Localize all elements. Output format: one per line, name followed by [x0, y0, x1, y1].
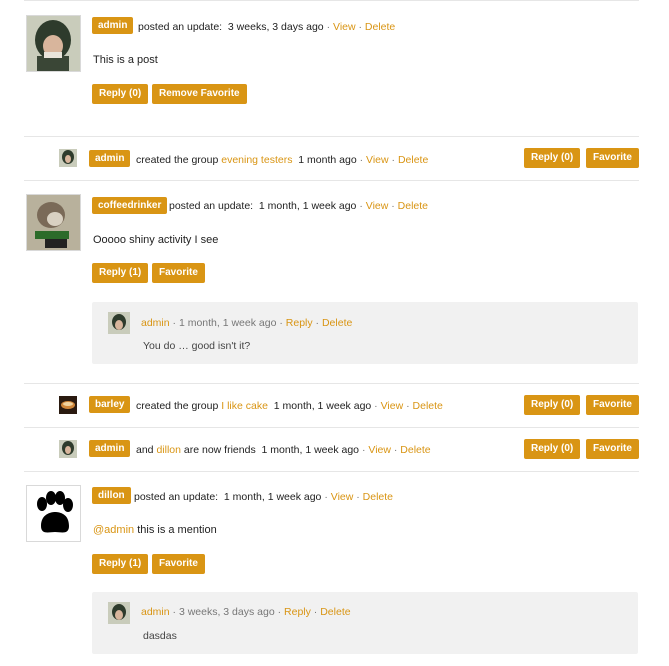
- delete-link[interactable]: Delete: [363, 491, 393, 503]
- reply-link[interactable]: Reply: [284, 606, 311, 618]
- activity-content: This is a post: [93, 54, 158, 66]
- user-link[interactable]: admin: [141, 606, 170, 618]
- comment: admin · 3 weeks, 3 days ago · Reply · De…: [92, 592, 638, 654]
- avatar[interactable]: [108, 602, 130, 624]
- comment-text: You do … good isn't it?: [143, 340, 251, 352]
- view-link[interactable]: View: [331, 491, 354, 503]
- activity-content: @admin this is a mention: [93, 524, 217, 536]
- favorite-button[interactable]: Favorite: [586, 148, 639, 168]
- reply-button[interactable]: Reply (1): [92, 263, 149, 283]
- activity-content: Ooooo shiny activity I see: [93, 234, 219, 246]
- delete-link[interactable]: Delete: [365, 21, 395, 33]
- remove-favorite-button[interactable]: Remove Favorite: [152, 84, 247, 104]
- reply-link[interactable]: Reply: [286, 317, 313, 329]
- user-link[interactable]: admin: [89, 440, 131, 457]
- activity-meta: and dillon are now friends 1 month, 1 we…: [136, 444, 431, 456]
- activity-meta: posted an update: 1 month, 1 week ago · …: [134, 491, 394, 503]
- comment-meta: admin · 3 weeks, 3 days ago · Reply · De…: [141, 606, 351, 618]
- divider: [24, 180, 639, 181]
- delete-link[interactable]: Delete: [322, 317, 352, 329]
- view-link[interactable]: View: [333, 21, 356, 33]
- user-link[interactable]: admin: [92, 17, 134, 34]
- favorite-button[interactable]: Favorite: [586, 439, 639, 459]
- divider: [24, 136, 639, 137]
- user-link[interactable]: dillon: [92, 487, 131, 504]
- avatar[interactable]: [59, 396, 77, 414]
- view-link[interactable]: View: [368, 444, 391, 456]
- favorite-button[interactable]: Favorite: [152, 554, 205, 574]
- view-link[interactable]: View: [366, 154, 389, 166]
- comment-text: dasdas: [143, 630, 177, 642]
- paw-icon: [37, 491, 73, 533]
- activity-meta: created the group I like cake 1 month, 1…: [136, 400, 443, 412]
- view-link[interactable]: View: [366, 200, 389, 212]
- user-link[interactable]: admin: [141, 317, 170, 329]
- activity-meta: posted an update: 3 weeks, 3 days ago · …: [138, 21, 396, 33]
- delete-link[interactable]: Delete: [400, 444, 430, 456]
- divider: [24, 383, 639, 384]
- comment-meta: admin · 1 month, 1 week ago · Reply · De…: [141, 317, 353, 329]
- favorite-button[interactable]: Favorite: [152, 263, 205, 283]
- user-link[interactable]: barley: [89, 396, 131, 413]
- user-link[interactable]: admin: [89, 150, 131, 167]
- activity-meta: created the group evening testers 1 mont…: [136, 154, 429, 166]
- delete-link[interactable]: Delete: [398, 200, 428, 212]
- comment: admin · 1 month, 1 week ago · Reply · De…: [92, 302, 638, 364]
- reply-button[interactable]: Reply (0): [524, 395, 581, 415]
- friend-link[interactable]: dillon: [156, 444, 181, 456]
- divider: [24, 0, 639, 1]
- avatar[interactable]: [26, 15, 81, 72]
- avatar[interactable]: [59, 440, 77, 458]
- delete-link[interactable]: Delete: [320, 606, 350, 618]
- delete-link[interactable]: Delete: [398, 154, 428, 166]
- divider: [24, 427, 639, 428]
- avatar[interactable]: [26, 194, 81, 251]
- favorite-button[interactable]: Favorite: [586, 395, 639, 415]
- mention-link[interactable]: @admin: [93, 524, 134, 536]
- activity-meta: posted an update: 1 month, 1 week ago · …: [169, 200, 429, 212]
- view-link[interactable]: View: [381, 400, 404, 412]
- reply-button[interactable]: Reply (1): [92, 554, 149, 574]
- user-link[interactable]: coffeedrinker: [92, 197, 168, 214]
- delete-link[interactable]: Delete: [413, 400, 443, 412]
- avatar[interactable]: [108, 312, 130, 334]
- reply-button[interactable]: Reply (0): [92, 84, 149, 104]
- reply-button[interactable]: Reply (0): [524, 439, 581, 459]
- reply-button[interactable]: Reply (0): [524, 148, 581, 168]
- avatar[interactable]: [26, 485, 81, 542]
- divider: [24, 471, 639, 472]
- group-link[interactable]: evening testers: [221, 154, 292, 166]
- group-link[interactable]: I like cake: [221, 400, 268, 412]
- avatar[interactable]: [59, 149, 77, 167]
